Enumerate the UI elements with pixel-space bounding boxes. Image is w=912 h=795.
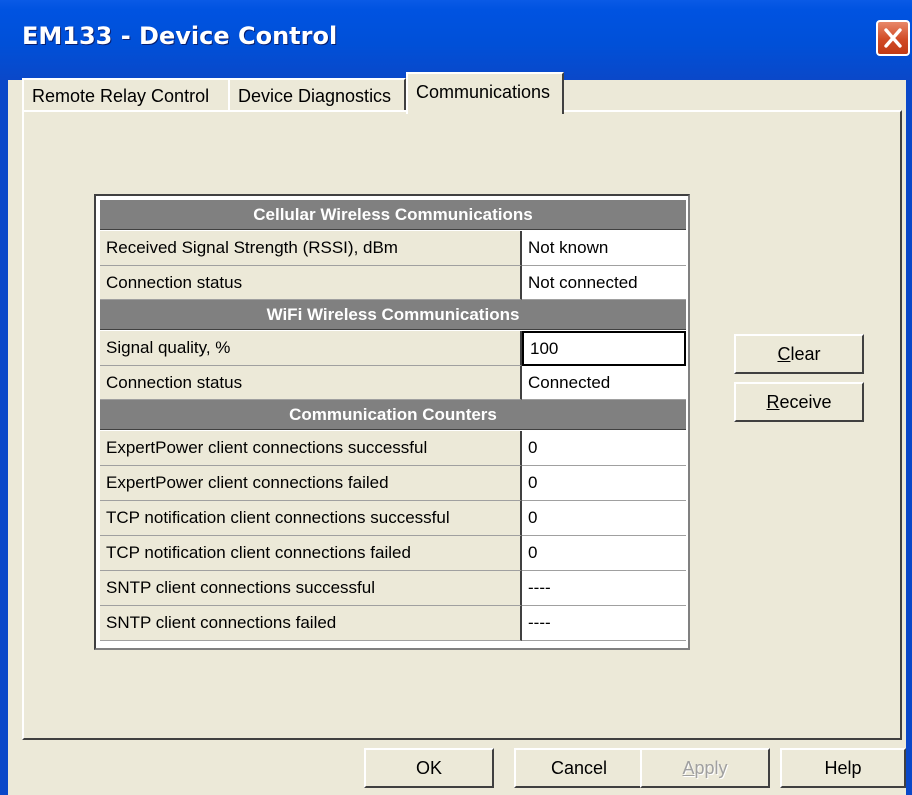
table-row[interactable]: ExpertPower client connections failed 0 <box>100 466 686 501</box>
receive-label-rest: eceive <box>779 392 832 412</box>
ok-button[interactable]: OK <box>364 748 494 788</box>
row-value: Not known <box>522 231 686 266</box>
device-control-dialog: EM133 - Device Control Remote Relay Cont… <box>0 0 912 795</box>
table-row[interactable]: TCP notification client connections fail… <box>100 536 686 571</box>
receive-button-label: Receive <box>766 384 831 420</box>
receive-accelerator: R <box>766 392 780 412</box>
clear-label-rest: lear <box>790 344 821 364</box>
section-header-cellular: Cellular Wireless Communications <box>100 200 686 230</box>
clear-button-label: Clear <box>777 336 820 372</box>
table-row[interactable]: SNTP client connections successful ---- <box>100 571 686 606</box>
row-value: 0 <box>522 536 686 571</box>
communications-grid: Cellular Wireless Communications Receive… <box>94 194 690 650</box>
window-frame-right <box>906 80 912 795</box>
tab-label: Communications <box>416 82 551 102</box>
table-row[interactable]: TCP notification client connections succ… <box>100 501 686 536</box>
row-label: TCP notification client connections fail… <box>100 536 522 571</box>
tab-remote-relay-control[interactable]: Remote Relay Control <box>22 78 230 112</box>
table-row[interactable]: ExpertPower client connections successfu… <box>100 431 686 466</box>
help-button[interactable]: Help <box>780 748 906 788</box>
row-label: ExpertPower client connections failed <box>100 466 522 501</box>
row-label: Connection status <box>100 266 522 300</box>
row-label: Received Signal Strength (RSSI), dBm <box>100 231 522 266</box>
row-label: SNTP client connections successful <box>100 571 522 606</box>
close-icon <box>884 28 902 48</box>
section-header-counters: Communication Counters <box>100 400 686 430</box>
row-label: Connection status <box>100 366 522 400</box>
table-row[interactable]: Received Signal Strength (RSSI), dBm Not… <box>100 231 686 266</box>
row-value: 0 <box>522 466 686 501</box>
row-value: ---- <box>522 606 686 641</box>
row-value: 0 <box>522 501 686 536</box>
receive-button[interactable]: Receive <box>734 382 864 422</box>
cancel-button[interactable]: Cancel <box>514 748 644 788</box>
apply-label: Apply <box>682 750 727 786</box>
tab-communications[interactable]: Communications <box>406 72 564 114</box>
table-row[interactable]: Connection status Not connected <box>100 266 686 300</box>
row-label: Signal quality, % <box>100 331 522 366</box>
clear-button[interactable]: Clear <box>734 334 864 374</box>
apply-accelerator: A <box>682 758 695 778</box>
window-title: EM133 - Device Control <box>22 22 338 50</box>
window-frame-left <box>0 80 8 795</box>
row-label: ExpertPower client connections successfu… <box>100 431 522 466</box>
row-value-selected[interactable]: 100 <box>522 331 686 366</box>
row-value: Connected <box>522 366 686 400</box>
row-value: ---- <box>522 571 686 606</box>
help-label: Help <box>824 758 862 778</box>
table-row[interactable]: Signal quality, % 100 <box>100 331 686 366</box>
row-label: SNTP client connections failed <box>100 606 522 641</box>
apply-label-rest: pply <box>694 758 728 778</box>
section-header-wifi: WiFi Wireless Communications <box>100 300 686 330</box>
row-value: Not connected <box>522 266 686 300</box>
close-button[interactable] <box>876 20 910 56</box>
tab-device-diagnostics[interactable]: Device Diagnostics <box>228 78 406 112</box>
title-bar[interactable]: EM133 - Device Control <box>0 0 912 80</box>
table-row[interactable]: Connection status Connected <box>100 366 686 400</box>
clear-accelerator: C <box>777 344 791 364</box>
ok-label: OK <box>415 758 442 778</box>
tab-label: Device Diagnostics <box>238 86 392 106</box>
row-value: 0 <box>522 431 686 466</box>
row-label: TCP notification client connections succ… <box>100 501 522 536</box>
cancel-label: Cancel <box>550 758 608 778</box>
apply-button[interactable]: Apply <box>640 748 770 788</box>
tab-label: Remote Relay Control <box>32 86 210 106</box>
table-row[interactable]: SNTP client connections failed ---- <box>100 606 686 641</box>
